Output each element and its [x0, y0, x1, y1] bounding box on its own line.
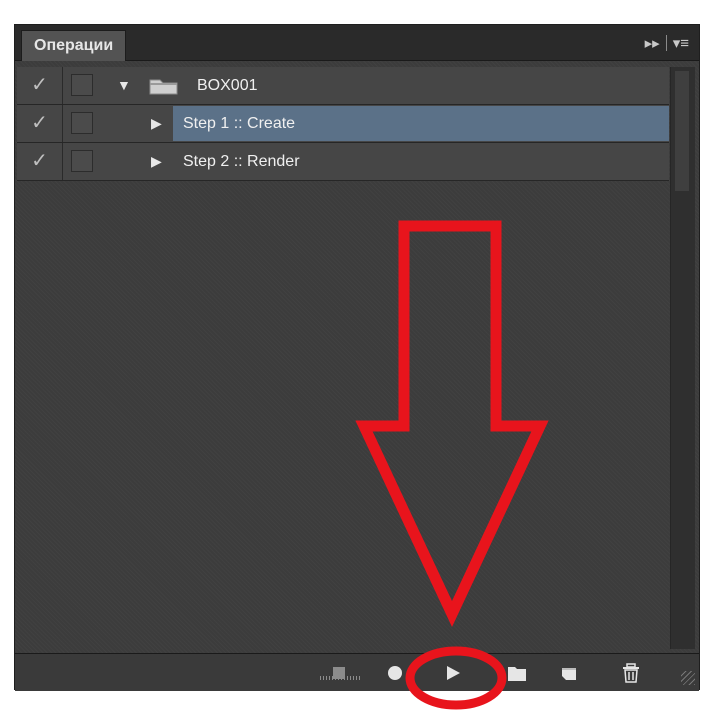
play-icon: [447, 665, 460, 680]
expand-triangle-right-icon[interactable]: ▶: [151, 105, 162, 142]
expand-triangle-right-icon[interactable]: ▶: [151, 143, 162, 180]
panel-drag-grip[interactable]: [320, 676, 360, 680]
toggle-item-checkmark[interactable]: ✓: [17, 143, 63, 180]
delete-button[interactable]: [617, 654, 645, 691]
vertical-scrollbar[interactable]: [670, 67, 695, 649]
scrollbar-thumb[interactable]: [675, 71, 689, 191]
panel-tab-bar: Операции ▸▸ ▾≡: [15, 25, 699, 61]
new-set-icon: [508, 666, 526, 681]
resize-grip-icon[interactable]: [681, 671, 695, 685]
action-set-label: BOX001: [197, 77, 258, 94]
stop-button[interactable]: [325, 654, 353, 691]
action-label: Step 2 :: Render: [183, 153, 300, 170]
folder-icon: [149, 79, 178, 95]
list-item-set-box001[interactable]: ✓ ▼ BOX001: [17, 67, 669, 105]
record-icon: [388, 665, 402, 680]
trash-icon: [623, 662, 639, 683]
list-item-step-2[interactable]: ✓ ▶ Step 2 :: Render: [17, 143, 669, 181]
actions-toolbar: [15, 653, 699, 691]
actions-list: ✓ ▼ BOX001 ✓ ▶ Step 1 :: Create ✓ ▶ Step…: [17, 67, 669, 181]
divider: [665, 35, 667, 51]
toggle-item-checkmark[interactable]: ✓: [17, 67, 63, 104]
action-label: Step 1 :: Create: [183, 115, 296, 132]
expand-triangle-down-icon[interactable]: ▼: [117, 67, 131, 104]
tab-operations[interactable]: Операции: [21, 30, 127, 61]
play-button[interactable]: [439, 654, 467, 691]
toggle-dialog-box[interactable]: [71, 150, 93, 172]
collapse-icon[interactable]: ▸▸: [645, 34, 660, 52]
new-action-icon: [562, 667, 576, 680]
new-action-button[interactable]: [555, 654, 583, 691]
actions-panel: Операции ▸▸ ▾≡ ✓ ▼ BOX001 ✓ ▶ Step 1 :: …: [14, 24, 700, 691]
list-item-step-1[interactable]: ✓ ▶ Step 1 :: Create: [17, 105, 669, 143]
toggle-item-checkmark[interactable]: ✓: [17, 105, 63, 142]
toggle-dialog-box[interactable]: [71, 74, 93, 96]
toggle-dialog-box[interactable]: [71, 112, 93, 134]
record-button[interactable]: [381, 654, 409, 691]
panel-menu-icon[interactable]: ▾≡: [673, 34, 689, 52]
new-set-button[interactable]: [503, 654, 531, 691]
panel-controls: ▸▸ ▾≡: [645, 33, 689, 53]
